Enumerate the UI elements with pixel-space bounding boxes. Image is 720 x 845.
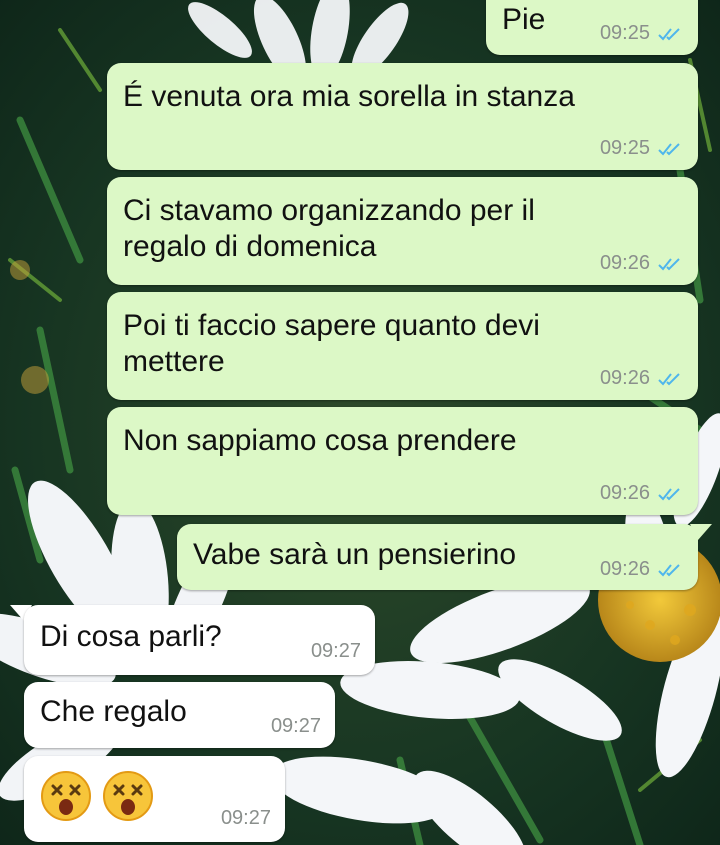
message-meta: 09:26 bbox=[600, 482, 684, 505]
message-meta: 09:27 bbox=[271, 715, 321, 738]
message-time: 09:27 bbox=[220, 807, 271, 829]
double-check-read-icon bbox=[658, 27, 680, 40]
message-meta: 09:26 bbox=[600, 367, 684, 390]
message-bubble-outgoing[interactable]: Vabe sarà un pensierino 09:26 bbox=[177, 524, 698, 590]
message-bubble-outgoing[interactable]: Non sappiamo cosa prendere 09:26 bbox=[107, 407, 698, 515]
double-check-read-icon bbox=[658, 372, 680, 385]
emoji-row bbox=[40, 770, 164, 822]
message-text: Non sappiamo cosa prendere bbox=[123, 424, 517, 457]
message-bubble-outgoing[interactable]: Pie 09:25 bbox=[486, 0, 698, 55]
message-time: 09:27 bbox=[270, 715, 321, 737]
message-text: É venuta ora mia sorella in stanza bbox=[123, 80, 575, 113]
double-check-read-icon bbox=[658, 487, 680, 500]
message-meta: 09:27 bbox=[221, 807, 271, 830]
message-time: 09:25 bbox=[599, 22, 650, 44]
dizzy-face-icon bbox=[41, 771, 91, 821]
message-bubble-outgoing[interactable]: Poi ti faccio sapere quanto devi mettere… bbox=[107, 292, 698, 400]
message-bubble-incoming[interactable]: Che regalo 09:27 bbox=[24, 682, 335, 748]
message-meta: 09:25 bbox=[600, 137, 684, 160]
message-time: 09:26 bbox=[599, 252, 650, 274]
bubble-tail bbox=[690, 524, 712, 540]
message-time: 09:26 bbox=[599, 367, 650, 389]
message-meta: 09:26 bbox=[600, 252, 684, 275]
message-time: 09:26 bbox=[599, 482, 650, 504]
dizzy-face-icon bbox=[103, 771, 153, 821]
message-meta: 09:25 bbox=[600, 22, 684, 45]
message-bubble-incoming[interactable]: Di cosa parli? 09:27 bbox=[24, 605, 375, 675]
double-check-read-icon bbox=[658, 142, 680, 155]
message-meta: 09:27 bbox=[311, 640, 361, 663]
double-check-read-icon bbox=[658, 257, 680, 270]
message-time: 09:25 bbox=[599, 137, 650, 159]
message-time: 09:26 bbox=[599, 558, 650, 580]
message-text: Ci stavamo organizzando per il regalo di… bbox=[123, 194, 535, 263]
message-text: Poi ti faccio sapere quanto devi mettere bbox=[123, 309, 540, 378]
message-time: 09:27 bbox=[310, 640, 361, 662]
double-check-read-icon bbox=[658, 563, 680, 576]
message-meta: 09:26 bbox=[600, 558, 684, 581]
message-bubble-incoming[interactable]: 09:27 bbox=[24, 756, 285, 842]
message-bubble-outgoing[interactable]: Ci stavamo organizzando per il regalo di… bbox=[107, 177, 698, 285]
message-bubble-outgoing[interactable]: É venuta ora mia sorella in stanza 09:25 bbox=[107, 63, 698, 170]
